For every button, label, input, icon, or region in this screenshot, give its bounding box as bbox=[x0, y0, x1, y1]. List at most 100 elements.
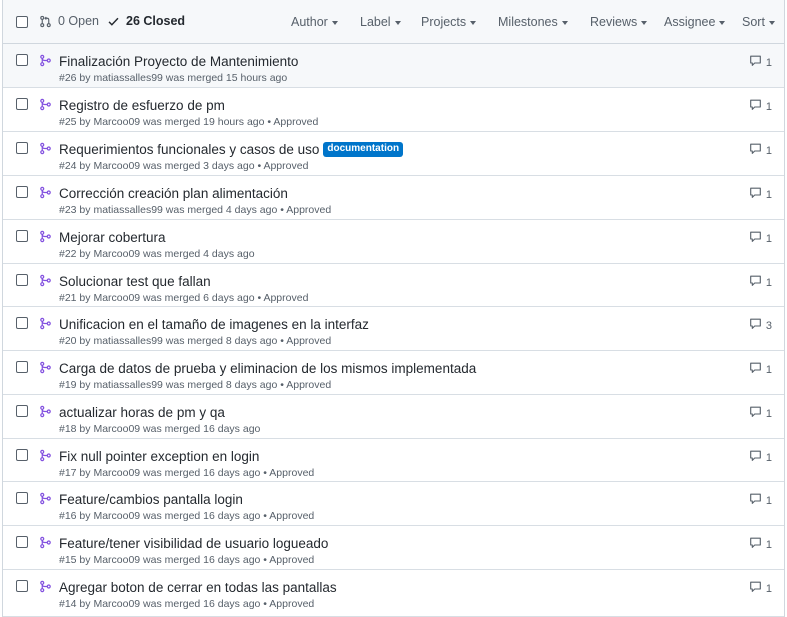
list-item[interactable]: Fix null pointer exception en login #17 b… bbox=[3, 439, 784, 482]
merged-pull-request-icon bbox=[39, 186, 52, 204]
pull-request-list: 0 Open 26 Closed Author Label Projects M… bbox=[2, 0, 785, 617]
list-item[interactable]: Feature/cambios pantalla login #16 by Mar… bbox=[3, 482, 784, 526]
comment-count: 1 bbox=[765, 100, 772, 113]
pull-request-meta: #26 by matiassalles99 was merged 15 hour… bbox=[59, 72, 288, 84]
pull-request-title-link[interactable]: Registro de esfuerzo de pm bbox=[59, 98, 225, 113]
caret-down-icon bbox=[394, 20, 401, 25]
pull-request-title-link[interactable]: Corrección creación plan alimentación bbox=[59, 186, 288, 201]
pull-request-title-link[interactable]: Finalización Proyecto de Mantenimiento bbox=[59, 54, 298, 69]
merged-pull-request-icon bbox=[39, 230, 52, 248]
pull-request-meta: #15 by Marcoo09 was merged 16 days ago •… bbox=[59, 554, 315, 566]
comment-count: 1 bbox=[765, 188, 772, 201]
list-item[interactable]: Registro de esfuerzo de pm #25 by Marcoo0… bbox=[3, 88, 784, 132]
merged-pull-request-icon bbox=[39, 536, 52, 554]
documentation-label[interactable]: documentation bbox=[323, 142, 404, 157]
select-all-checkbox[interactable] bbox=[16, 16, 28, 28]
list-item[interactable]: Agregar boton de cerrar en todas las pan… bbox=[3, 570, 784, 617]
pull-request-title-link[interactable]: Carga de datos de prueba y eliminacion d… bbox=[59, 361, 476, 376]
select-row-checkbox[interactable] bbox=[16, 98, 28, 110]
caret-down-icon bbox=[561, 20, 568, 25]
sort-filter[interactable]: Sort bbox=[742, 15, 775, 29]
list-item[interactable]: Requerimientos funcionales y casos de us… bbox=[3, 132, 784, 176]
pull-request-title-link[interactable]: Requerimientos funcionales y casos de us… bbox=[59, 142, 319, 157]
author-filter[interactable]: Author bbox=[291, 15, 338, 29]
comments-link[interactable]: 1 bbox=[749, 406, 772, 421]
comment-icon bbox=[749, 450, 766, 465]
comment-count: 1 bbox=[765, 538, 772, 551]
pull-request-title-link[interactable]: Solucionar test que fallan bbox=[59, 274, 211, 289]
pull-request-title-link[interactable]: actualizar horas de pm y qa bbox=[59, 405, 225, 420]
select-row-checkbox[interactable] bbox=[16, 449, 28, 461]
comments-link[interactable]: 1 bbox=[749, 187, 772, 202]
select-row-checkbox[interactable] bbox=[16, 186, 28, 198]
list-item[interactable]: Feature/tener visibilidad de usuario log… bbox=[3, 526, 784, 570]
select-row-checkbox[interactable] bbox=[16, 492, 28, 504]
select-row-checkbox[interactable] bbox=[16, 142, 28, 154]
comment-count: 1 bbox=[765, 144, 772, 157]
comment-count: 1 bbox=[765, 276, 772, 289]
comments-link[interactable]: 1 bbox=[749, 581, 772, 596]
select-row-checkbox[interactable] bbox=[16, 274, 28, 286]
comments-link[interactable]: 1 bbox=[749, 275, 772, 290]
milestones-filter[interactable]: Milestones bbox=[498, 15, 568, 29]
comments-link[interactable]: 1 bbox=[749, 493, 772, 508]
list-item[interactable]: Solucionar test que fallan #21 by Marcoo0… bbox=[3, 264, 784, 307]
pull-request-title-link[interactable]: Fix null pointer exception en login bbox=[59, 449, 259, 464]
comment-count: 1 bbox=[765, 451, 772, 464]
list-item[interactable]: Corrección creación plan alimentación #23… bbox=[3, 176, 784, 220]
select-row-checkbox[interactable] bbox=[16, 54, 28, 66]
closed-filter-link[interactable]: 26 Closed bbox=[107, 14, 185, 28]
select-row-checkbox[interactable] bbox=[16, 361, 28, 373]
pull-request-meta: #18 by Marcoo09 was merged 16 days ago bbox=[59, 423, 261, 435]
assignee-filter[interactable]: Assignee bbox=[664, 15, 726, 29]
open-filter-link[interactable]: 0 Open bbox=[39, 14, 99, 28]
comments-link[interactable]: 1 bbox=[749, 99, 772, 114]
reviews-filter-label: Reviews bbox=[590, 15, 638, 29]
comments-link[interactable]: 1 bbox=[749, 362, 772, 377]
comment-icon bbox=[749, 406, 766, 421]
pull-request-title-link[interactable]: Agregar boton de cerrar en todas las pan… bbox=[59, 580, 337, 595]
list-item[interactable]: Carga de datos de prueba y eliminacion d… bbox=[3, 351, 784, 395]
pull-request-title-link[interactable]: Unificacion en el tamaño de imagenes en … bbox=[59, 317, 369, 332]
comment-count: 1 bbox=[765, 494, 772, 507]
reviews-filter[interactable]: Reviews bbox=[590, 15, 648, 29]
comment-icon bbox=[749, 318, 766, 333]
select-row-checkbox[interactable] bbox=[16, 230, 28, 242]
pull-request-meta: #24 by Marcoo09 was merged 3 days ago • … bbox=[59, 160, 309, 172]
comment-count: 1 bbox=[765, 56, 772, 69]
comment-count: 1 bbox=[765, 582, 772, 595]
pull-request-title-link[interactable]: Mejorar cobertura bbox=[59, 230, 166, 245]
list-item[interactable]: actualizar horas de pm y qa #18 by Marcoo… bbox=[3, 395, 784, 439]
caret-down-icon bbox=[719, 20, 726, 25]
comments-link[interactable]: 1 bbox=[749, 231, 772, 246]
projects-filter[interactable]: Projects bbox=[421, 15, 477, 29]
comment-icon bbox=[749, 187, 766, 202]
list-item[interactable]: Finalización Proyecto de Mantenimiento #2… bbox=[3, 44, 784, 88]
list-item[interactable]: Mejorar cobertura #22 by Marcoo09 was mer… bbox=[3, 220, 784, 264]
select-row-checkbox[interactable] bbox=[16, 317, 28, 329]
comments-link[interactable]: 3 bbox=[749, 318, 772, 333]
select-row-checkbox[interactable] bbox=[16, 536, 28, 548]
comments-link[interactable]: 1 bbox=[749, 450, 772, 465]
milestones-filter-label: Milestones bbox=[498, 15, 558, 29]
pull-request-title-link[interactable]: Feature/tener visibilidad de usuario log… bbox=[59, 536, 328, 551]
pull-request-meta: #20 by matiassalles99 was merged 8 days … bbox=[59, 335, 332, 347]
label-filter[interactable]: Label bbox=[360, 15, 401, 29]
comment-icon bbox=[749, 55, 766, 70]
projects-filter-label: Projects bbox=[421, 15, 467, 29]
comment-icon bbox=[749, 143, 766, 158]
comment-icon bbox=[749, 537, 766, 552]
pull-request-meta: #21 by Marcoo09 was merged 6 days ago • … bbox=[59, 292, 309, 304]
list-item[interactable]: Unificacion en el tamaño de imagenes en … bbox=[3, 307, 784, 351]
pull-request-meta: #25 by Marcoo09 was merged 19 hours ago … bbox=[59, 116, 319, 128]
comment-count: 1 bbox=[765, 232, 772, 245]
merged-pull-request-icon bbox=[39, 361, 52, 379]
select-row-checkbox[interactable] bbox=[16, 405, 28, 417]
comments-link[interactable]: 1 bbox=[749, 537, 772, 552]
comments-link[interactable]: 1 bbox=[749, 55, 772, 70]
select-row-checkbox[interactable] bbox=[16, 580, 28, 592]
merged-pull-request-icon bbox=[39, 492, 52, 510]
pull-request-title-link[interactable]: Feature/cambios pantalla login bbox=[59, 492, 243, 507]
comments-link[interactable]: 1 bbox=[749, 143, 772, 158]
merged-pull-request-icon bbox=[39, 317, 52, 335]
